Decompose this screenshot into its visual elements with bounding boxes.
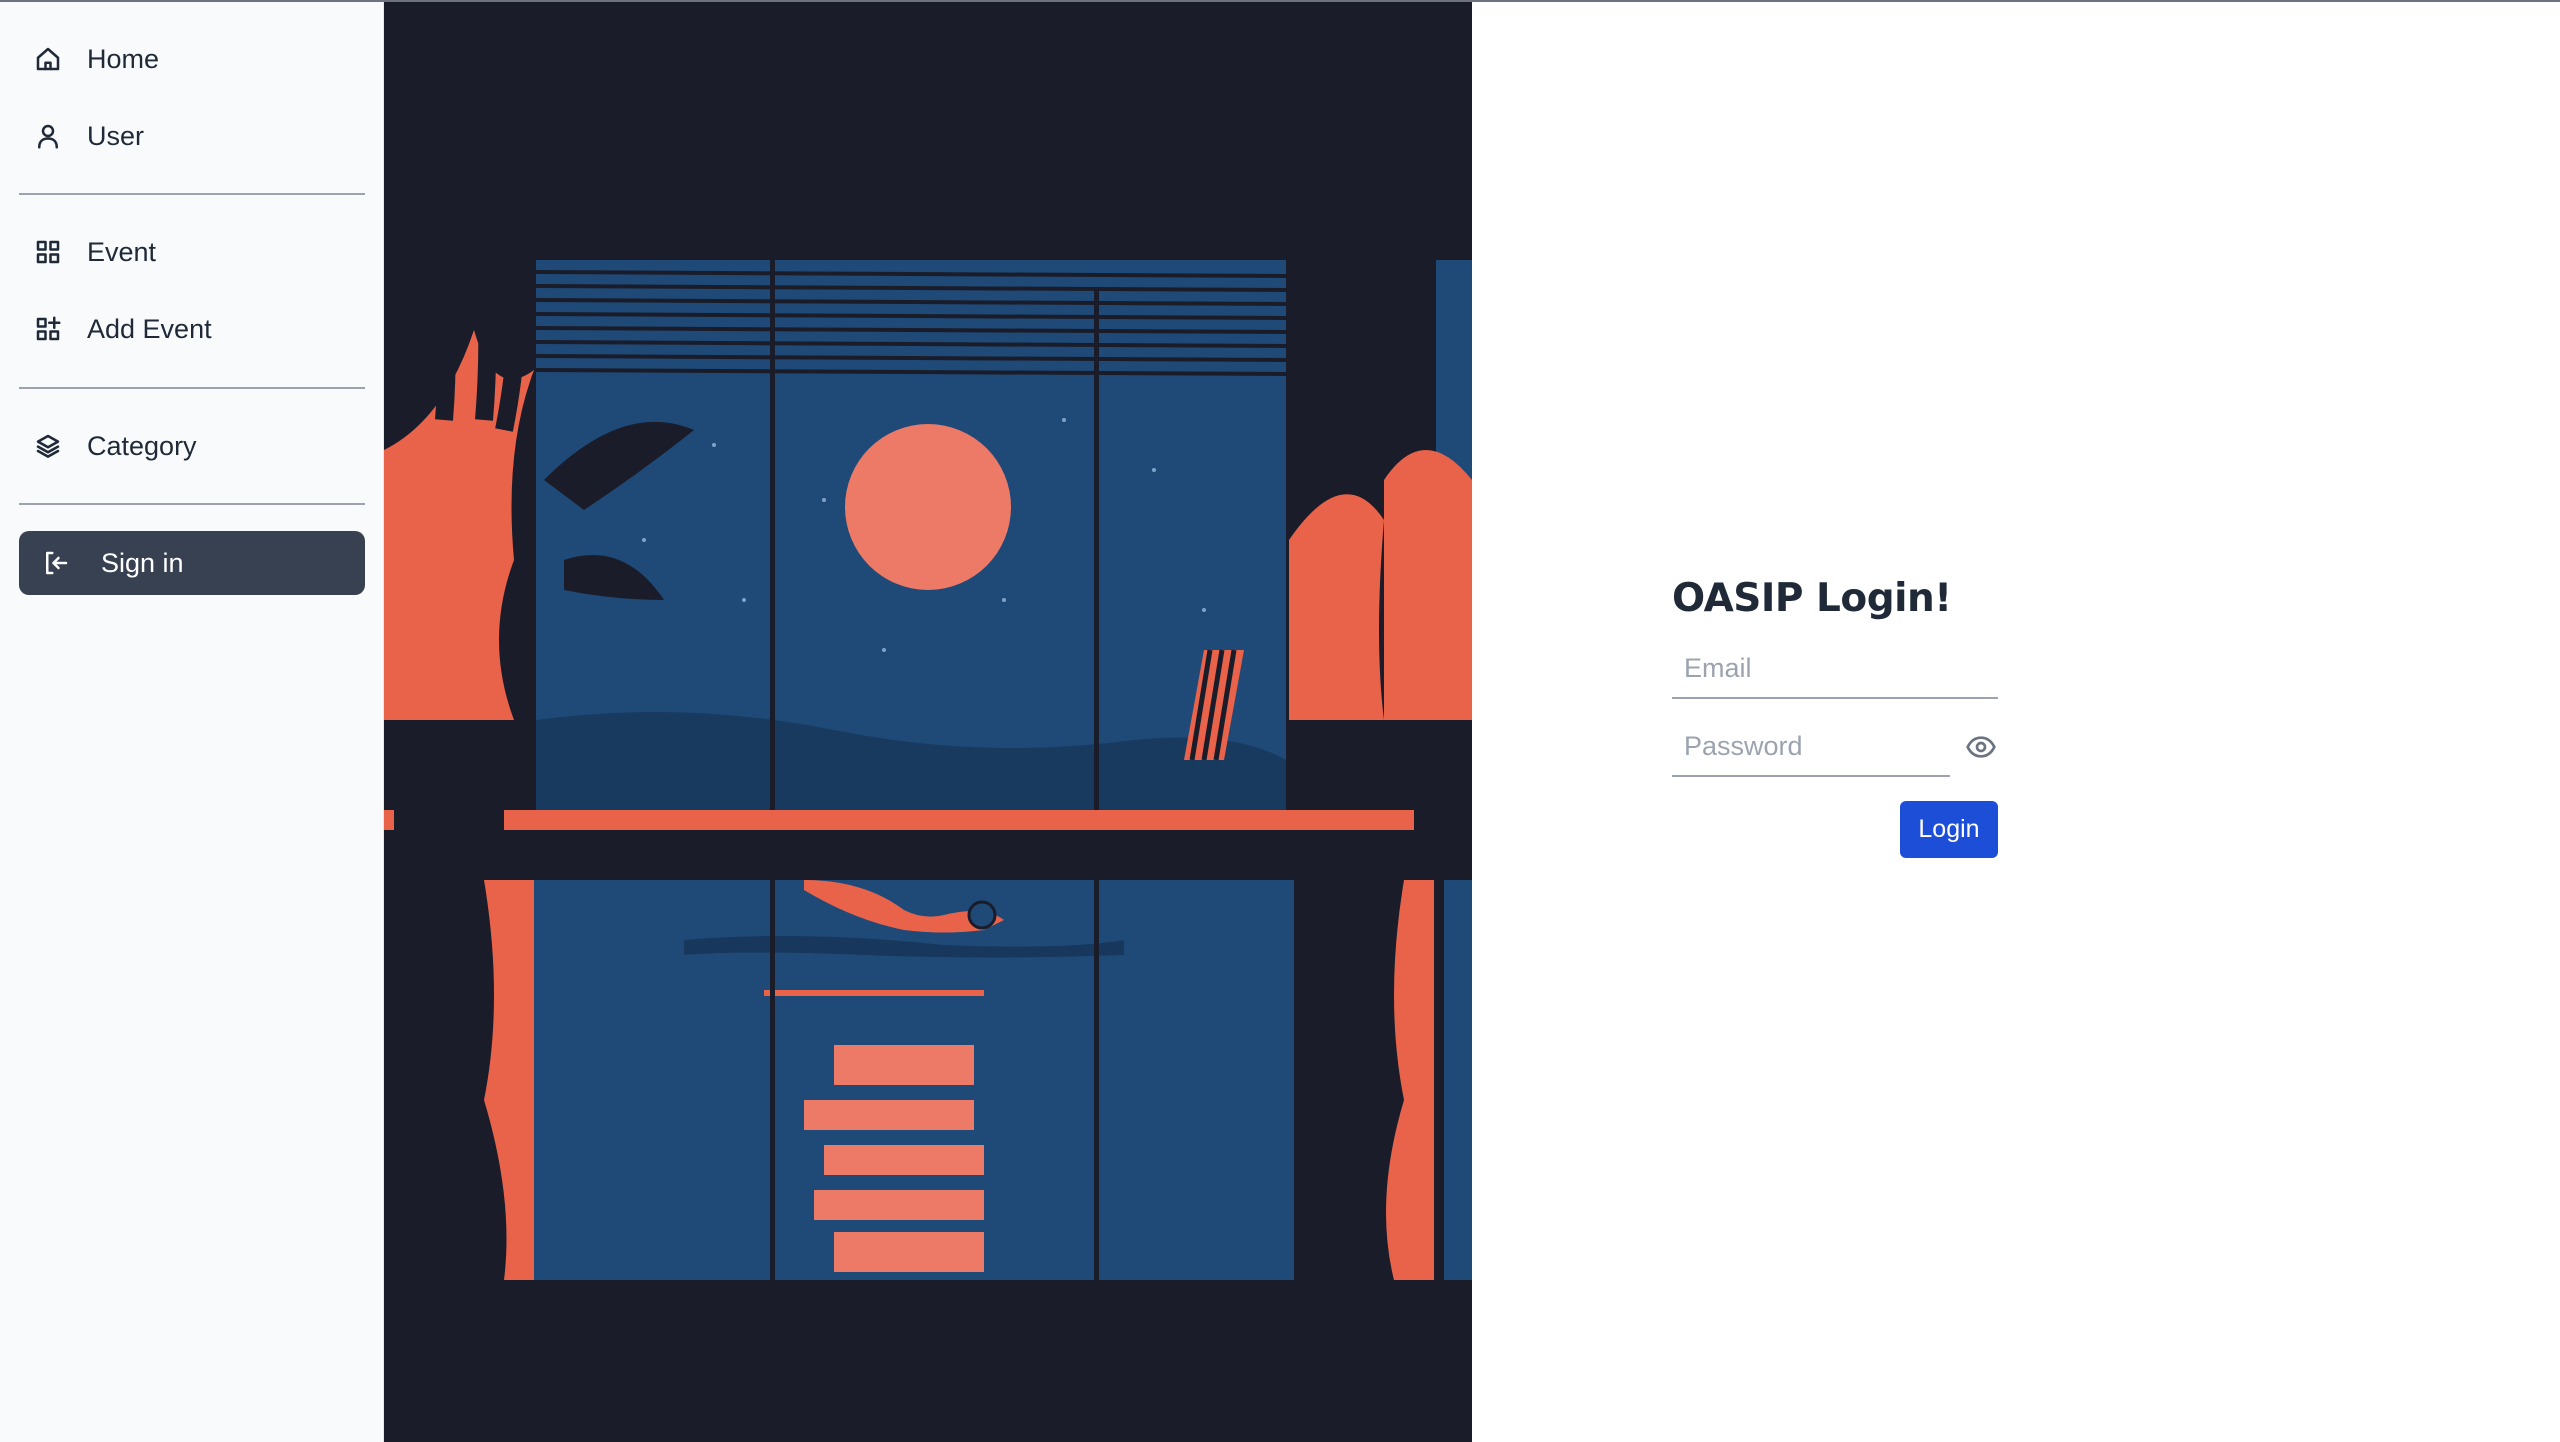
login-button[interactable]: Login: [1900, 801, 1998, 858]
sidebar-divider: [19, 503, 365, 505]
sidebar-item-add-event[interactable]: Add Event: [19, 297, 365, 361]
sidebar-divider: [19, 387, 365, 389]
sidebar-item-home[interactable]: Home: [19, 27, 365, 91]
email-input[interactable]: [1672, 639, 1998, 697]
night-pool-illustration: [384, 0, 1472, 1442]
user-icon: [19, 121, 77, 151]
sidebar-item-label: Home: [87, 43, 160, 74]
sidebar-divider: [19, 193, 365, 195]
login-form: OASIP Login! Login: [1672, 576, 1998, 858]
password-input[interactable]: [1672, 717, 1950, 775]
sign-in-icon: [27, 548, 85, 578]
email-field-wrapper: [1672, 639, 1998, 699]
password-field-wrapper: [1672, 717, 1996, 777]
sidebar-item-label: Event: [87, 236, 157, 267]
sidebar-item-event[interactable]: Event: [19, 220, 365, 284]
sign-in-label: Sign in: [101, 547, 184, 578]
eye-icon[interactable]: [1964, 731, 1998, 763]
sidebar-item-label: User: [87, 120, 145, 151]
sidebar: Home User Event Add Event Category Sign …: [0, 0, 384, 1442]
sign-in-button[interactable]: Sign in: [19, 531, 365, 595]
sidebar-item-label: Category: [87, 430, 197, 461]
grid-add-icon: [19, 314, 77, 344]
layers-icon: [19, 431, 77, 461]
sidebar-item-label: Add Event: [87, 313, 212, 344]
top-border: [0, 0, 2560, 2]
grid-icon: [19, 237, 77, 267]
home-icon: [19, 44, 77, 74]
login-title: OASIP Login!: [1672, 576, 1952, 621]
illustration-svg: [384, 0, 1472, 1442]
sidebar-item-user[interactable]: User: [19, 104, 365, 168]
sidebar-item-category[interactable]: Category: [19, 414, 365, 478]
